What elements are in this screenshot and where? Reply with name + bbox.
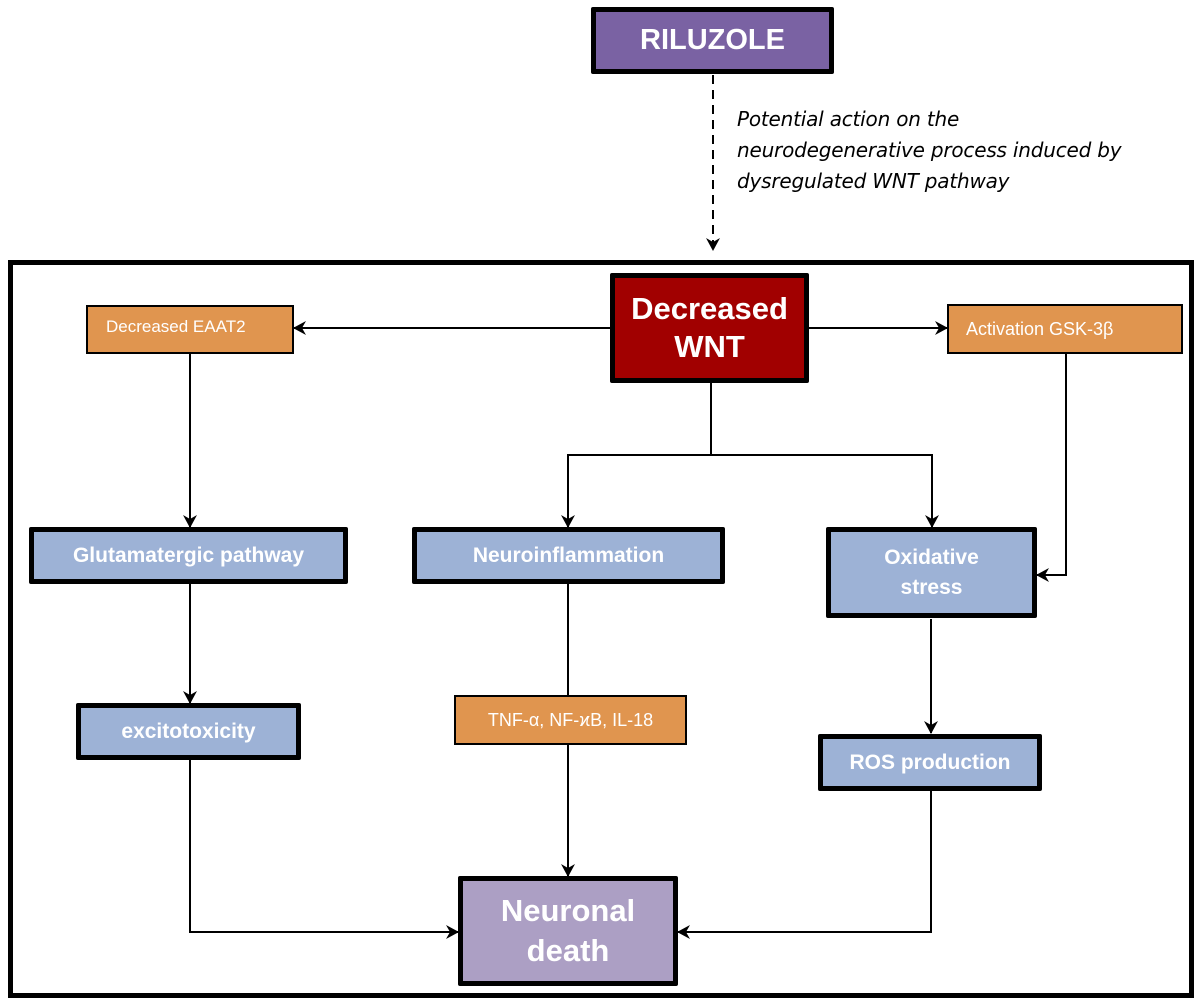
riluzole-label: RILUZOLE [640, 24, 785, 56]
decreased-wnt-line2: WNT [674, 329, 745, 364]
glutamatergic-pathway-node: Glutamatergic pathway [29, 527, 348, 584]
decreased-eaat2-node: Decreased EAAT2 [86, 305, 294, 354]
annotation-text: Potential action on the neurodegenerativ… [737, 104, 1122, 197]
excitotoxicity-node: excitotoxicity [76, 703, 301, 760]
neuronal-death-line2: death [526, 933, 610, 968]
annotation-line-3: dysregulated WNT pathway [737, 169, 1010, 193]
activation-gsk3b-node: Activation GSK-3β [947, 304, 1183, 354]
cytokines-node: TNF-α, NF-ϰB, IL-18 [454, 695, 687, 745]
cytokines-label: TNF-α, NF-ϰB, IL-18 [487, 709, 654, 730]
neuroinflammation-node: Neuroinflammation [412, 527, 725, 584]
oxidative-stress-line2: stress [900, 575, 963, 599]
decreased-eaat2-label: Decreased EAAT2 [106, 317, 246, 336]
annotation-line-1: Potential action on the [737, 107, 960, 131]
decreased-wnt-node: Decreased WNT [610, 273, 809, 383]
riluzole-node: RILUZOLE [591, 7, 834, 74]
ros-production-node: ROS production [818, 734, 1042, 791]
glutamatergic-pathway-label: Glutamatergic pathway [72, 543, 305, 567]
neuronal-death-node: Neuronal death [458, 876, 678, 986]
activation-gsk3b-label: Activation GSK-3β [966, 318, 1114, 339]
oxidative-stress-node: Oxidative stress [826, 527, 1037, 618]
decreased-wnt-line1: Decreased [631, 291, 788, 326]
oxidative-stress-line1: Oxidative [884, 545, 979, 569]
neuroinflammation-label: Neuroinflammation [472, 543, 665, 567]
ros-production-label: ROS production [849, 750, 1011, 774]
neuronal-death-line1: Neuronal [500, 893, 636, 928]
excitotoxicity-label: excitotoxicity [121, 719, 256, 743]
annotation-line-2: neurodegenerative process induced by [737, 138, 1122, 162]
